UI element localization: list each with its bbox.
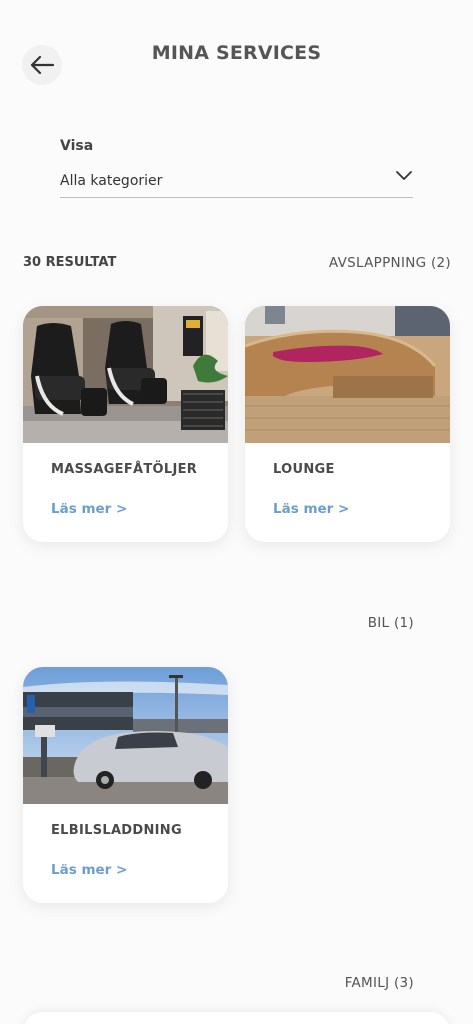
category-select[interactable]: Alla kategorier bbox=[60, 164, 413, 198]
read-more-link[interactable]: Läs mer > bbox=[51, 501, 127, 517]
filter-label: Visa bbox=[60, 138, 94, 154]
chevron-down-icon bbox=[396, 171, 412, 180]
results-count: 30 RESULTAT bbox=[23, 255, 117, 270]
service-card-massage[interactable]: MASSAGEFÅTÖLJER Läs mer > bbox=[23, 306, 228, 542]
section-label-avslappning[interactable]: AVSLAPPNING (2) bbox=[329, 255, 451, 271]
next-card-peek bbox=[23, 1012, 450, 1024]
card-title: MASSAGEFÅTÖLJER bbox=[51, 462, 198, 477]
card-title: LOUNGE bbox=[273, 462, 335, 477]
read-more-link[interactable]: Läs mer > bbox=[273, 501, 349, 517]
section-label-familj[interactable]: FAMILJ (3) bbox=[345, 975, 414, 991]
page-title: MINA SERVICES bbox=[151, 42, 322, 64]
massage-chairs-image bbox=[23, 306, 228, 443]
service-card-ev-charging[interactable]: ELBILSLADDNING Läs mer > bbox=[23, 667, 228, 903]
service-card-lounge[interactable]: LOUNGE Läs mer > bbox=[245, 306, 450, 542]
category-select-value: Alla kategorier bbox=[60, 172, 163, 189]
ev-charging-image bbox=[23, 667, 228, 804]
section-label-bil[interactable]: BIL (1) bbox=[368, 615, 414, 631]
lounge-image bbox=[245, 306, 450, 443]
card-title: ELBILSLADDNING bbox=[51, 823, 182, 838]
read-more-link[interactable]: Läs mer > bbox=[51, 862, 127, 878]
services-page: MINA SERVICES Visa Alla kategorier 30 RE… bbox=[0, 0, 473, 1024]
